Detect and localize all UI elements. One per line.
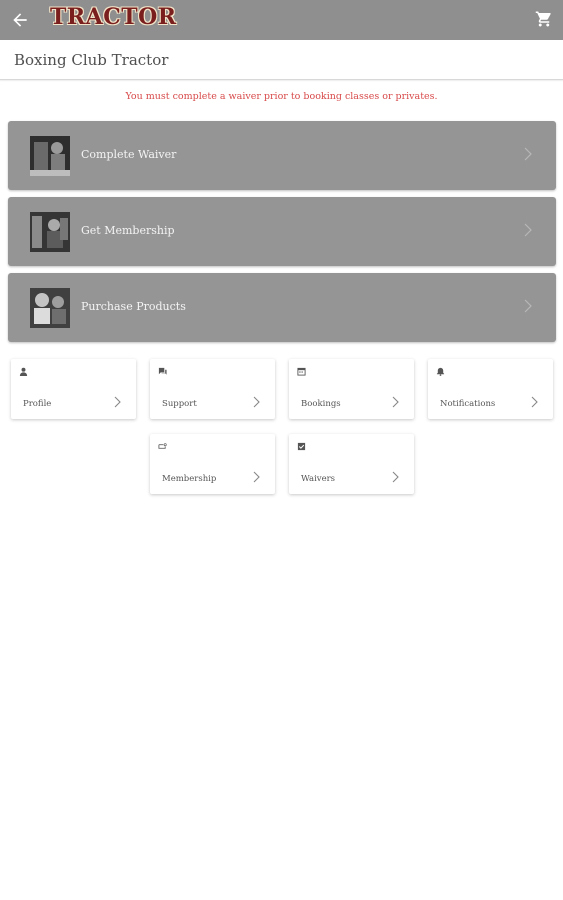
person-icon — [19, 367, 28, 376]
chevron-right-icon — [253, 471, 260, 483]
app-bar: TRACTOR — [0, 0, 563, 40]
calendar-icon — [297, 367, 306, 376]
bell-icon — [436, 367, 445, 376]
get-membership-label: Get Membership — [81, 224, 175, 237]
tile-notifications-label: Notifications — [440, 399, 496, 409]
tile-waivers[interactable]: Waivers — [289, 434, 414, 494]
purchase-products-button[interactable]: Purchase Products — [8, 273, 556, 342]
chevron-right-icon — [392, 471, 399, 483]
checkbox-icon — [297, 442, 306, 451]
tile-membership-label: Membership — [162, 474, 217, 484]
get-membership-button[interactable]: Get Membership — [8, 197, 556, 266]
logo: TRACTOR — [50, 4, 177, 30]
shopping-cart-icon[interactable] — [535, 10, 553, 28]
chat-icon — [158, 367, 167, 375]
get-membership-thumbnail — [30, 212, 70, 252]
complete-waiver-button[interactable]: Complete Waiver — [8, 121, 556, 190]
chevron-right-icon — [524, 223, 532, 237]
waiver-warning-text: You must complete a waiver prior to book… — [125, 91, 438, 102]
chevron-right-icon — [524, 147, 532, 161]
membership-card-icon — [158, 443, 167, 449]
purchase-products-thumbnail — [30, 288, 70, 328]
tile-bookings[interactable]: Bookings — [289, 359, 414, 419]
tile-profile-label: Profile — [23, 399, 52, 409]
chevron-right-icon — [114, 396, 121, 408]
purchase-products-label: Purchase Products — [81, 300, 186, 313]
tile-waivers-label: Waivers — [301, 474, 336, 484]
complete-waiver-label: Complete Waiver — [81, 148, 177, 161]
tile-membership[interactable]: Membership — [150, 434, 275, 494]
arrow-left-icon[interactable] — [10, 10, 30, 30]
page-title: Boxing Club Tractor — [14, 51, 169, 69]
chevron-right-icon — [253, 396, 260, 408]
chevron-right-icon — [392, 396, 399, 408]
tile-support[interactable]: Support — [150, 359, 275, 419]
tile-support-label: Support — [162, 399, 197, 409]
complete-waiver-thumbnail — [30, 136, 70, 176]
tile-bookings-label: Bookings — [301, 399, 341, 409]
chevron-right-icon — [531, 396, 538, 408]
title-bar: Boxing Club Tractor — [0, 40, 563, 80]
tile-profile[interactable]: Profile — [11, 359, 136, 419]
tile-notifications[interactable]: Notifications — [428, 359, 553, 419]
chevron-right-icon — [524, 299, 532, 313]
